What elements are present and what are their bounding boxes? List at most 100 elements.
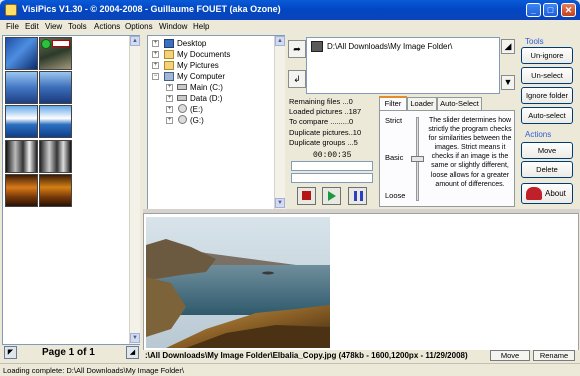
expand-icon[interactable]: + (152, 51, 159, 58)
remove-folder-arrow-icon[interactable]: ↲ (288, 70, 306, 88)
thumbnail[interactable] (39, 174, 72, 207)
menu-view[interactable]: View (45, 22, 62, 31)
thumbnail[interactable] (39, 71, 72, 104)
menu-window[interactable]: Window (159, 22, 187, 31)
scroll-down-icon[interactable]: ▼ (130, 333, 140, 343)
tree-item-desktop[interactable]: + Desktop (148, 38, 268, 49)
thumbnail[interactable] (5, 174, 38, 207)
status-text: Loading complete: D:\All Downloads\My Im… (3, 366, 184, 375)
move-button[interactable]: Move (521, 142, 573, 159)
tree-item-my-pictures[interactable]: + My Pictures (148, 60, 268, 71)
folder-icon (311, 41, 323, 52)
strictness-slider-thumb[interactable] (411, 156, 424, 162)
expand-icon[interactable]: + (166, 106, 173, 113)
basic-label: Basic (385, 153, 404, 162)
menu-tools[interactable]: Tools (68, 22, 87, 31)
scroll-up-icon[interactable]: ▲ (130, 36, 140, 46)
tree-item-main-c[interactable]: + Main (C:) (148, 82, 268, 93)
menu-options[interactable]: Options (125, 22, 153, 31)
drive-icon (177, 95, 187, 101)
tree-item-label: Data (D:) (190, 94, 223, 103)
folder-icon (164, 50, 174, 59)
thumbnail[interactable] (39, 140, 72, 173)
heart-icon (526, 187, 542, 200)
selected-folder-path[interactable]: D:\All Downloads\My Image Folder\ (327, 42, 452, 51)
thumbnail[interactable] (5, 71, 38, 104)
desktop-icon (164, 39, 174, 48)
preview-pane (143, 213, 579, 360)
previous-page-icon[interactable]: ◤ (4, 346, 17, 359)
auto-select-button[interactable]: Auto-select (521, 107, 573, 124)
close-button[interactable]: ✕ (561, 3, 576, 17)
thumbnail-scrollbar[interactable]: ▲ ▼ (129, 36, 140, 344)
thumbnail[interactable] (5, 37, 38, 70)
play-icon (328, 191, 336, 201)
expand-icon[interactable]: + (166, 117, 173, 124)
scroll-down-icon[interactable]: ▼ (275, 198, 285, 208)
ignore-folder-button[interactable]: Ignore folder (521, 87, 573, 104)
about-button[interactable]: About (521, 183, 573, 204)
remaining-files: Remaining files ...0 (289, 97, 353, 106)
thumbnail[interactable] (39, 105, 72, 138)
menu-actions[interactable]: Actions (94, 22, 120, 31)
tab-loader[interactable]: Loader (407, 97, 437, 110)
duplicate-pictures: Duplicate pictures..10 (289, 128, 362, 137)
stop-button[interactable] (297, 187, 316, 205)
loaded-pictures: Loaded pictures ..187 (289, 107, 362, 116)
dropdown-icon[interactable]: ▼ (501, 75, 515, 90)
tree-item-my-documents[interactable]: + My Documents (148, 49, 268, 60)
thumbnail[interactable] (39, 37, 72, 70)
preview-image (146, 217, 330, 348)
menu-file[interactable]: File (6, 22, 19, 31)
preview-move-button[interactable]: Move (490, 350, 530, 361)
thumbnail-pager: ◤ Page 1 of 1 ◢ (2, 346, 140, 360)
next-page-icon[interactable]: ◢ (126, 346, 139, 359)
tree-item-label: My Pictures (177, 61, 219, 70)
tab-filter[interactable]: Filter (379, 96, 407, 110)
about-label: About (545, 189, 566, 198)
tree-item-my-computer[interactable]: − My Computer (148, 71, 268, 82)
window-title: VisiPics V1.30 - © 2004-2008 - Guillaume… (22, 4, 281, 14)
play-button[interactable] (322, 187, 341, 205)
tree-scrollbar[interactable]: ▲ ▼ (274, 36, 285, 209)
drive-icon (177, 84, 187, 90)
app-icon (5, 4, 17, 16)
progress-bar (291, 161, 373, 171)
stop-icon (302, 191, 311, 200)
to-compare: To compare .........0 (289, 117, 354, 126)
scroll-up-icon[interactable]: ▲ (275, 36, 285, 46)
add-folder-arrow-icon[interactable]: ➦ (288, 40, 306, 58)
expand-icon[interactable]: + (166, 95, 173, 102)
cdrom-icon (178, 104, 187, 113)
page-label: Page 1 of 1 (42, 347, 95, 358)
preview-rename-button[interactable]: Rename (533, 350, 575, 361)
delete-button[interactable]: Delete (521, 161, 573, 178)
expand-icon[interactable]: + (166, 84, 173, 91)
collapse-icon[interactable]: − (152, 73, 159, 80)
expand-icon[interactable]: + (152, 62, 159, 69)
pause-button[interactable] (348, 187, 367, 205)
minimize-button[interactable]: _ (526, 3, 541, 17)
unselect-button[interactable]: Un-select (521, 67, 573, 84)
selected-check-icon (41, 39, 51, 49)
tab-auto-select[interactable]: Auto-Select (437, 97, 482, 110)
tree-item-data-d[interactable]: + Data (D:) (148, 93, 268, 104)
image-info: :\All Downloads\My Image Folder\Elbalia_… (145, 351, 468, 360)
menu-edit[interactable]: Edit (25, 22, 39, 31)
tree-item-g[interactable]: + (G:) (148, 115, 268, 126)
move-up-icon[interactable]: ◢ (501, 39, 515, 54)
maximize-button[interactable]: □ (543, 3, 558, 17)
landscape-photo (146, 217, 330, 348)
thumbnail[interactable] (5, 140, 38, 173)
thumbnail[interactable] (5, 105, 38, 138)
tree-item-e[interactable]: + (E:) (148, 104, 268, 115)
title-bar: VisiPics V1.30 - © 2004-2008 - Guillaume… (0, 0, 580, 20)
expand-icon[interactable]: + (152, 40, 159, 47)
pause-icon (354, 191, 363, 201)
tree-item-label: Desktop (177, 39, 207, 48)
selected-folders-list[interactable]: D:\All Downloads\My Image Folder\ (306, 37, 500, 94)
unignore-button[interactable]: Un-ignore (521, 47, 573, 64)
menu-bar: File Edit View Tools Actions Options Win… (0, 20, 580, 34)
menu-help[interactable]: Help (193, 22, 209, 31)
tree-item-label: Main (C:) (190, 83, 223, 92)
